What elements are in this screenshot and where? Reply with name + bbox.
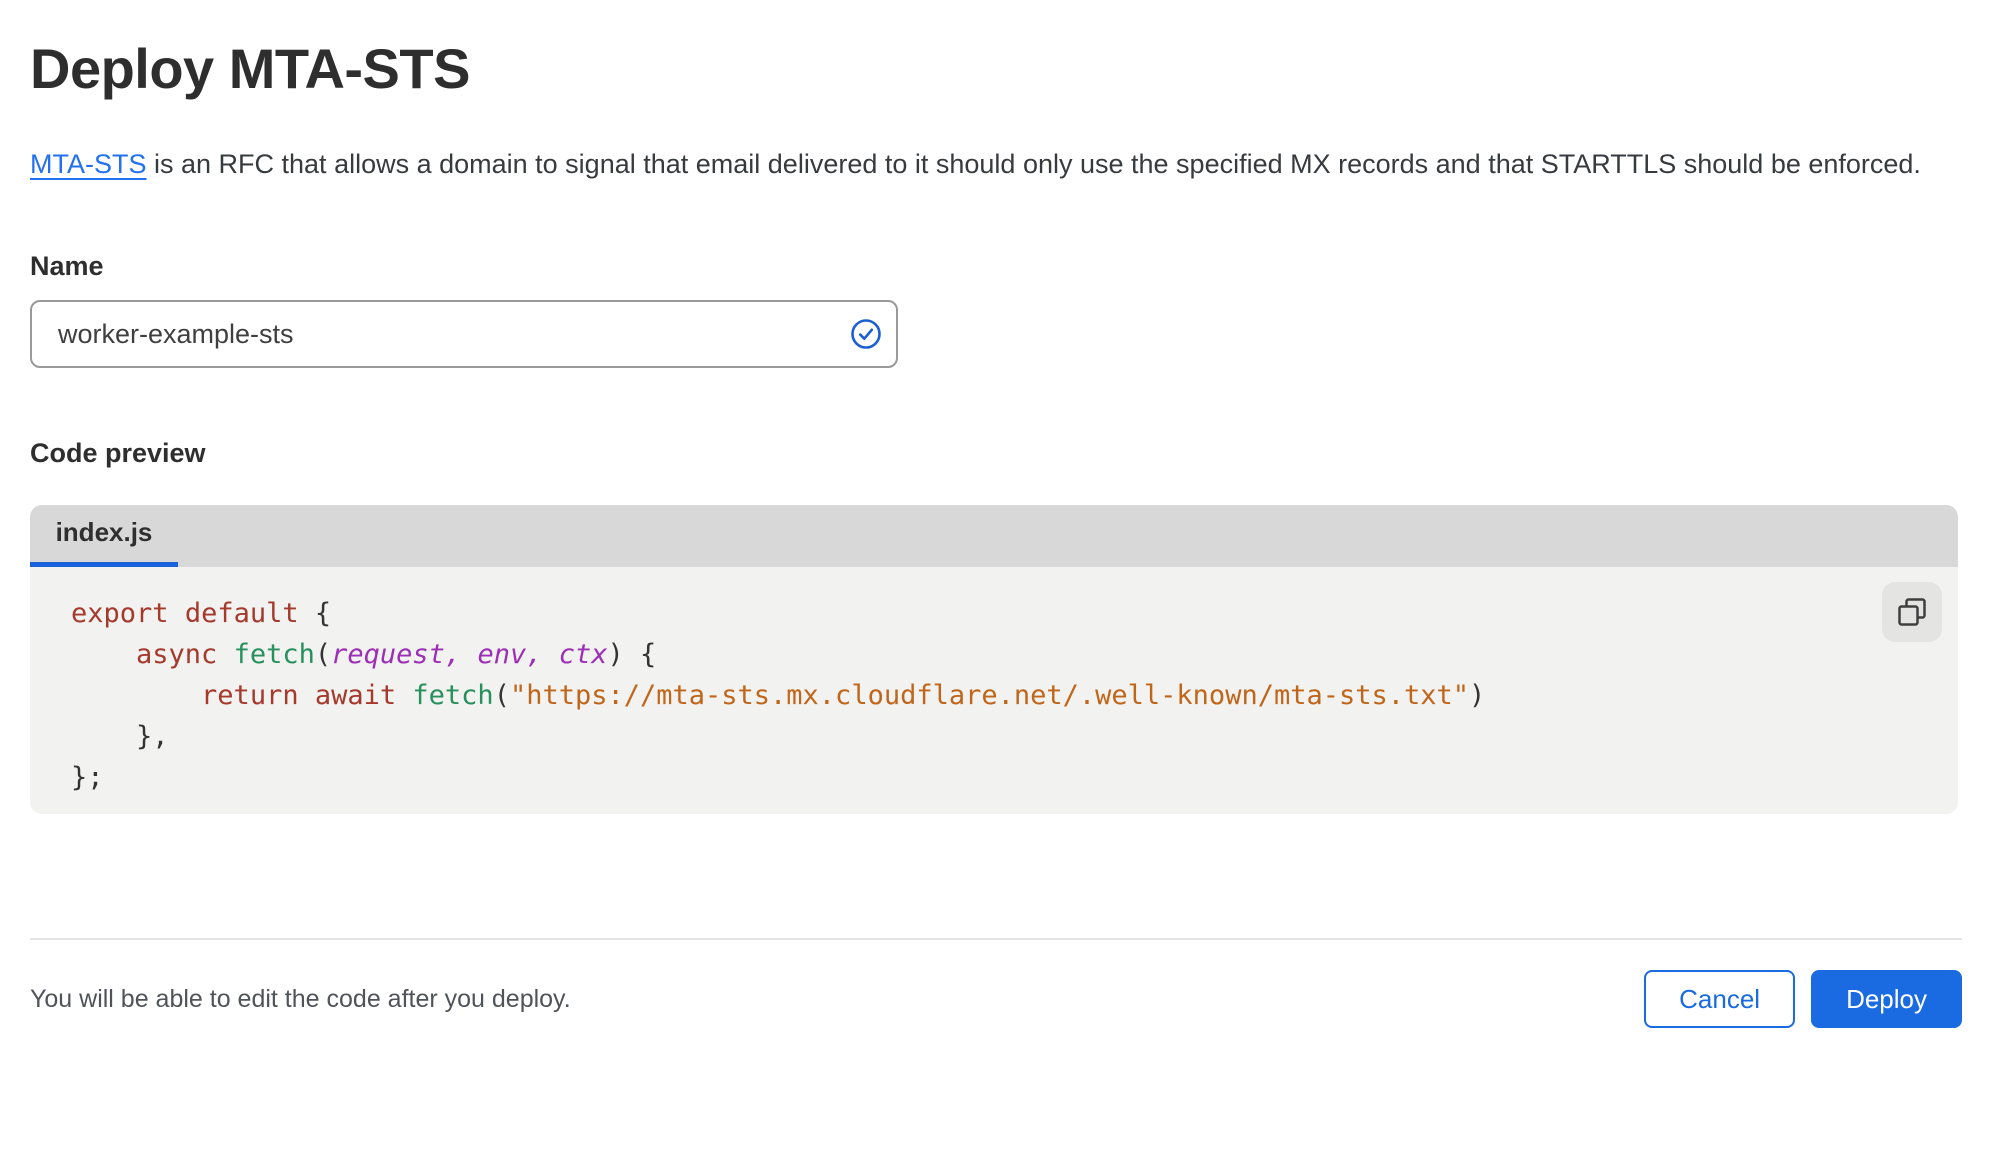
code-line: export default { — [71, 598, 332, 629]
name-label: Name — [30, 251, 104, 281]
code-line: }; — [71, 762, 104, 793]
code-line: async fetch(request, env, ctx) { — [136, 639, 657, 670]
tab-index-js[interactable]: index.js — [30, 505, 178, 567]
description-text: is an RFC that allows a domain to signal… — [146, 149, 1921, 179]
description: MTA-STS is an RFC that allows a domain t… — [30, 142, 1942, 187]
code-editor-area: export default { async fetch(request, en… — [30, 567, 1958, 814]
footer: You will be able to edit the code after … — [30, 970, 1962, 1028]
name-input[interactable] — [30, 300, 898, 368]
page-title: Deploy MTA-STS — [30, 37, 470, 100]
footer-note: You will be able to edit the code after … — [30, 984, 571, 1013]
code-line: return await fetch("https://mta-sts.mx.c… — [201, 680, 1486, 711]
code-preview-label: Code preview — [30, 438, 206, 468]
copy-icon — [1898, 598, 1926, 626]
code-preview-block: index.js export default { async fetch(re… — [30, 505, 1958, 814]
footer-actions: Cancel Deploy — [1644, 970, 1962, 1028]
deploy-mta-sts-page: Deploy MTA-STS MTA-STS is an RFC that al… — [0, 36, 1999, 1174]
name-input-wrap — [30, 300, 898, 368]
mta-sts-link[interactable]: MTA-STS — [30, 149, 147, 179]
code-tab-bar: index.js — [30, 505, 1958, 567]
deploy-button[interactable]: Deploy — [1811, 970, 1962, 1028]
tab-index-js-label: index.js — [55, 517, 153, 547]
footer-divider — [30, 938, 1962, 940]
code-content: export default { async fetch(request, en… — [71, 593, 1888, 798]
code-line: }, — [71, 721, 169, 752]
cancel-button[interactable]: Cancel — [1644, 970, 1796, 1028]
copy-code-button[interactable] — [1882, 582, 1942, 642]
